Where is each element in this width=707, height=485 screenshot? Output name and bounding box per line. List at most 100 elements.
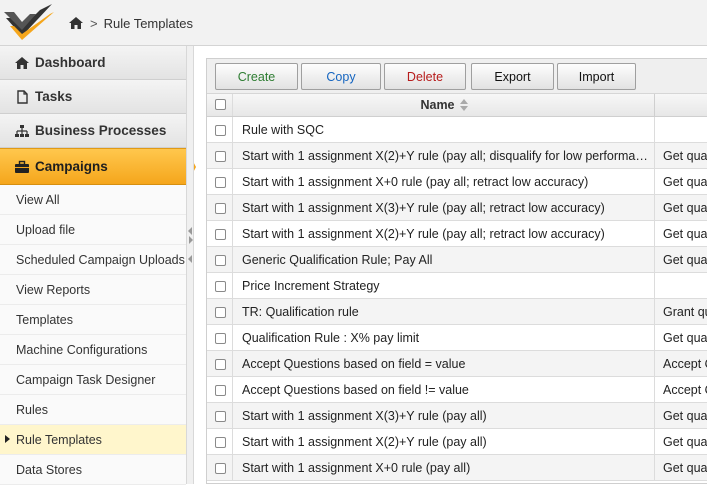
- nav-dashboard[interactable]: Dashboard: [0, 46, 186, 80]
- row-check-cell: [207, 455, 233, 480]
- row-description: Get qual: [663, 226, 707, 241]
- row-checkbox[interactable]: [215, 385, 226, 396]
- select-all-checkbox[interactable]: [215, 99, 226, 110]
- name-column-header[interactable]: Name: [234, 94, 655, 116]
- table-row[interactable]: Start with 1 assignment X(2)+Y rule (pay…: [207, 429, 707, 455]
- table-row[interactable]: Start with 1 assignment X(3)+Y rule (pay…: [207, 403, 707, 429]
- row-description: Get qual: [663, 252, 707, 267]
- table-row[interactable]: Accept Questions based on field = value A…: [207, 351, 707, 377]
- row-description: Accept Q: [663, 356, 707, 371]
- row-description-cell: Get qual: [656, 221, 707, 246]
- sidebar-splitter[interactable]: [186, 46, 194, 484]
- sub-label: Rules: [16, 402, 48, 417]
- row-description: Grant qu: [663, 304, 707, 319]
- row-name: TR: Qualification rule: [242, 304, 359, 319]
- sub-label: Campaign Task Designer: [16, 372, 156, 387]
- row-checkbox[interactable]: [215, 255, 226, 266]
- select-all-cell: [207, 94, 233, 116]
- sub-scheduled-uploads[interactable]: Scheduled Campaign Uploads: [0, 245, 186, 275]
- row-description-cell: Get qual: [656, 143, 707, 168]
- row-description-cell: Get qual: [656, 455, 707, 480]
- row-name-cell: Qualification Rule : X% pay limit: [234, 325, 655, 350]
- row-name: Start with 1 assignment X(2)+Y rule (pay…: [242, 434, 487, 449]
- row-name: Price Increment Strategy: [242, 278, 380, 293]
- collapse-left-icon[interactable]: [188, 255, 192, 263]
- sort-icon[interactable]: [459, 99, 468, 111]
- table-row[interactable]: Accept Questions based on field != value…: [207, 377, 707, 403]
- row-checkbox[interactable]: [215, 437, 226, 448]
- row-check-cell: [207, 429, 233, 454]
- toolbar: Create Copy Delete Export Import: [207, 59, 707, 94]
- export-button[interactable]: Export: [471, 63, 554, 90]
- nav-campaigns-label: Campaigns: [35, 159, 108, 174]
- row-description-cell: Get qual: [656, 169, 707, 194]
- row-checkbox[interactable]: [215, 307, 226, 318]
- row-description: Get qual: [663, 174, 707, 189]
- app-logo[interactable]: [0, 0, 56, 46]
- sub-view-reports[interactable]: View Reports: [0, 275, 186, 305]
- row-checkbox[interactable]: [215, 411, 226, 422]
- row-name-cell: Generic Qualification Rule; Pay All: [234, 247, 655, 272]
- top-header: > Rule Templates: [0, 0, 707, 46]
- row-checkbox[interactable]: [215, 203, 226, 214]
- row-check-cell: [207, 299, 233, 324]
- table-row[interactable]: Start with 1 assignment X(3)+Y rule (pay…: [207, 195, 707, 221]
- row-description-cell: Grant qu: [656, 299, 707, 324]
- row-check-cell: [207, 117, 233, 142]
- sub-label: Scheduled Campaign Uploads: [16, 252, 185, 267]
- nav-business-processes-label: Business Processes: [35, 123, 167, 138]
- row-checkbox[interactable]: [215, 463, 226, 474]
- grid-body: Rule with SQC Start with 1 assignment X(2…: [207, 117, 707, 481]
- table-row[interactable]: Start with 1 assignment X(2)+Y rule (pay…: [207, 221, 707, 247]
- collapse-left-icon[interactable]: [188, 227, 192, 235]
- table-row[interactable]: Start with 1 assignment X+0 rule (pay al…: [207, 455, 707, 481]
- row-description: Get qual: [663, 200, 707, 215]
- row-checkbox[interactable]: [215, 333, 226, 344]
- home-icon: [15, 56, 29, 69]
- rule-templates-grid: Name Rule with SQC Start with 1 assignmen…: [207, 94, 707, 481]
- table-row[interactable]: Qualification Rule : X% pay limit Get qua…: [207, 325, 707, 351]
- row-checkbox[interactable]: [215, 229, 226, 240]
- sub-rule-templates[interactable]: Rule Templates: [0, 425, 186, 455]
- breadcrumb: > Rule Templates: [68, 14, 193, 32]
- row-name-cell: Start with 1 assignment X(2)+Y rule (pay…: [234, 221, 655, 246]
- expand-right-icon[interactable]: [189, 236, 193, 244]
- row-checkbox[interactable]: [215, 125, 226, 136]
- nav-tasks[interactable]: Tasks: [0, 80, 186, 114]
- row-checkbox[interactable]: [215, 151, 226, 162]
- nav-campaigns[interactable]: Campaigns: [0, 148, 196, 186]
- sub-campaign-task-designer[interactable]: Campaign Task Designer: [0, 365, 186, 395]
- row-name-cell: Start with 1 assignment X(2)+Y rule (pay…: [234, 143, 655, 168]
- row-description: Get qual: [663, 434, 707, 449]
- row-description-cell: Get qual: [656, 325, 707, 350]
- table-row[interactable]: Start with 1 assignment X+0 rule (pay al…: [207, 169, 707, 195]
- copy-button[interactable]: Copy: [301, 63, 381, 90]
- row-name: Start with 1 assignment X+0 rule (pay al…: [242, 174, 589, 189]
- sub-templates[interactable]: Templates: [0, 305, 186, 335]
- row-checkbox[interactable]: [215, 177, 226, 188]
- table-row[interactable]: Start with 1 assignment X(2)+Y rule (pay…: [207, 143, 707, 169]
- row-checkbox[interactable]: [215, 281, 226, 292]
- home-icon[interactable]: [68, 16, 84, 30]
- nav-business-processes[interactable]: Business Processes: [0, 114, 186, 148]
- table-row[interactable]: Generic Qualification Rule; Pay All Get q…: [207, 247, 707, 273]
- row-name: Accept Questions based on field = value: [242, 356, 466, 371]
- sub-data-stores[interactable]: Data Stores: [0, 455, 186, 485]
- sub-view-all[interactable]: View All: [0, 185, 186, 215]
- row-check-cell: [207, 325, 233, 350]
- table-row[interactable]: Price Increment Strategy: [207, 273, 707, 299]
- row-description-cell: [656, 273, 707, 298]
- row-description: Get qual: [663, 460, 707, 475]
- sub-machine-configurations[interactable]: Machine Configurations: [0, 335, 186, 365]
- create-button[interactable]: Create: [215, 63, 298, 90]
- table-row[interactable]: TR: Qualification rule Grant qu: [207, 299, 707, 325]
- sub-rules[interactable]: Rules: [0, 395, 186, 425]
- table-row[interactable]: Rule with SQC: [207, 117, 707, 143]
- import-button[interactable]: Import: [557, 63, 636, 90]
- row-check-cell: [207, 221, 233, 246]
- row-checkbox[interactable]: [215, 359, 226, 370]
- delete-button[interactable]: Delete: [384, 63, 466, 90]
- row-name-cell: Start with 1 assignment X(3)+Y rule (pay…: [234, 195, 655, 220]
- row-description-cell: Get qual: [656, 403, 707, 428]
- sub-upload-file[interactable]: Upload file: [0, 215, 186, 245]
